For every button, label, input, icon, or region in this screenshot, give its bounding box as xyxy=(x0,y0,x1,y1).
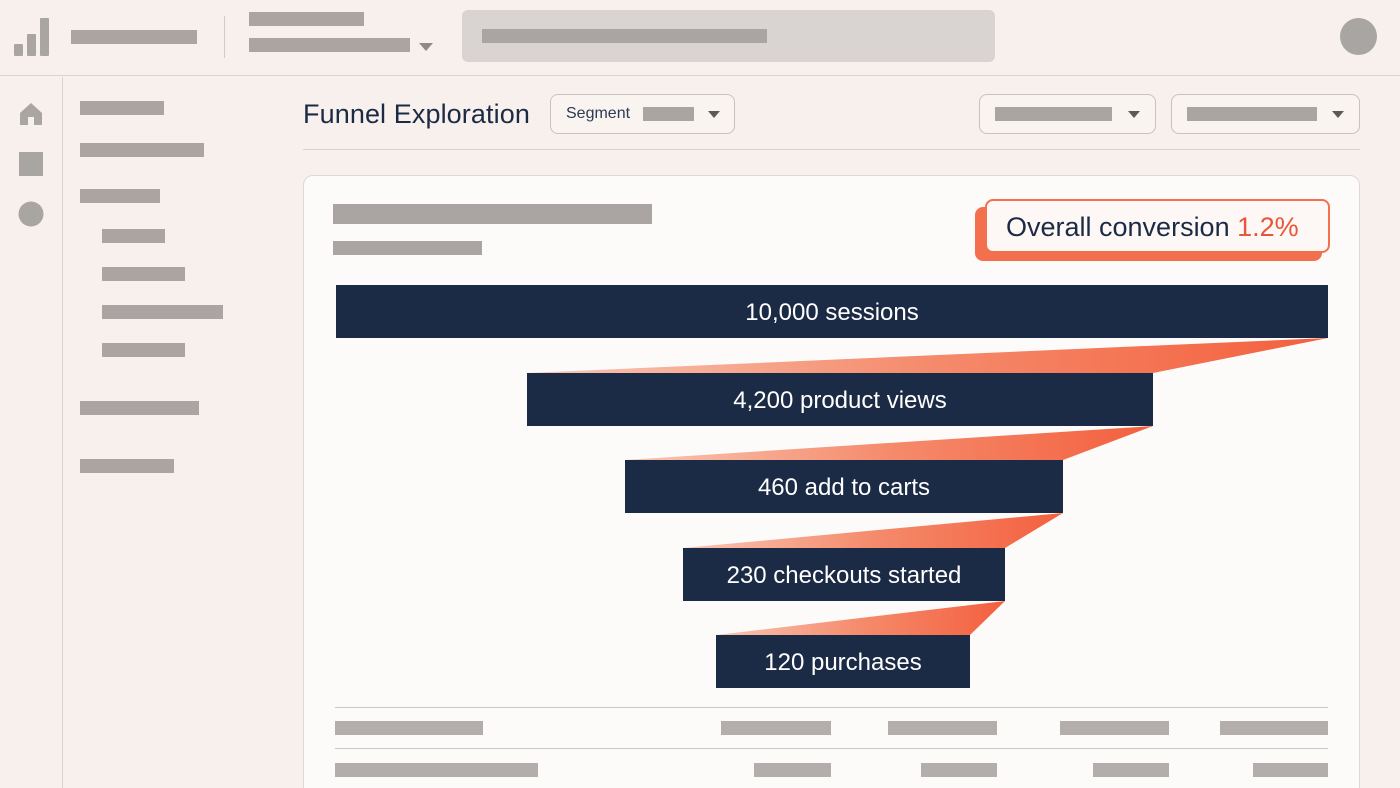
table-cell xyxy=(335,763,538,777)
table-cell xyxy=(721,721,831,735)
funnel-stage-label: 120 purchases xyxy=(764,649,921,676)
table-cell xyxy=(921,763,997,777)
funnel-flow-band xyxy=(716,601,1005,635)
funnel-chart: 10,000 sessions 4,200 product views 460 ad… xyxy=(336,285,1328,688)
funnel-stage-label: 10,000 sessions xyxy=(745,299,918,326)
funnel-flow-band xyxy=(527,338,1328,373)
funnel-flow-band xyxy=(625,426,1153,460)
table-cell xyxy=(754,763,831,777)
table-divider xyxy=(335,707,1328,708)
table-divider xyxy=(335,748,1328,749)
table-cell xyxy=(1220,721,1328,735)
table-cell xyxy=(888,721,997,735)
funnel-flow-band xyxy=(683,513,1063,548)
funnel-stage-label: 460 add to carts xyxy=(758,474,930,501)
table-cell xyxy=(335,721,483,735)
table-cell xyxy=(1093,763,1169,777)
table-cell xyxy=(1060,721,1169,735)
table-cell xyxy=(1253,763,1328,777)
funnel-stage-label: 4,200 product views xyxy=(733,387,946,414)
funnel-stage-label: 230 checkouts started xyxy=(727,562,962,589)
